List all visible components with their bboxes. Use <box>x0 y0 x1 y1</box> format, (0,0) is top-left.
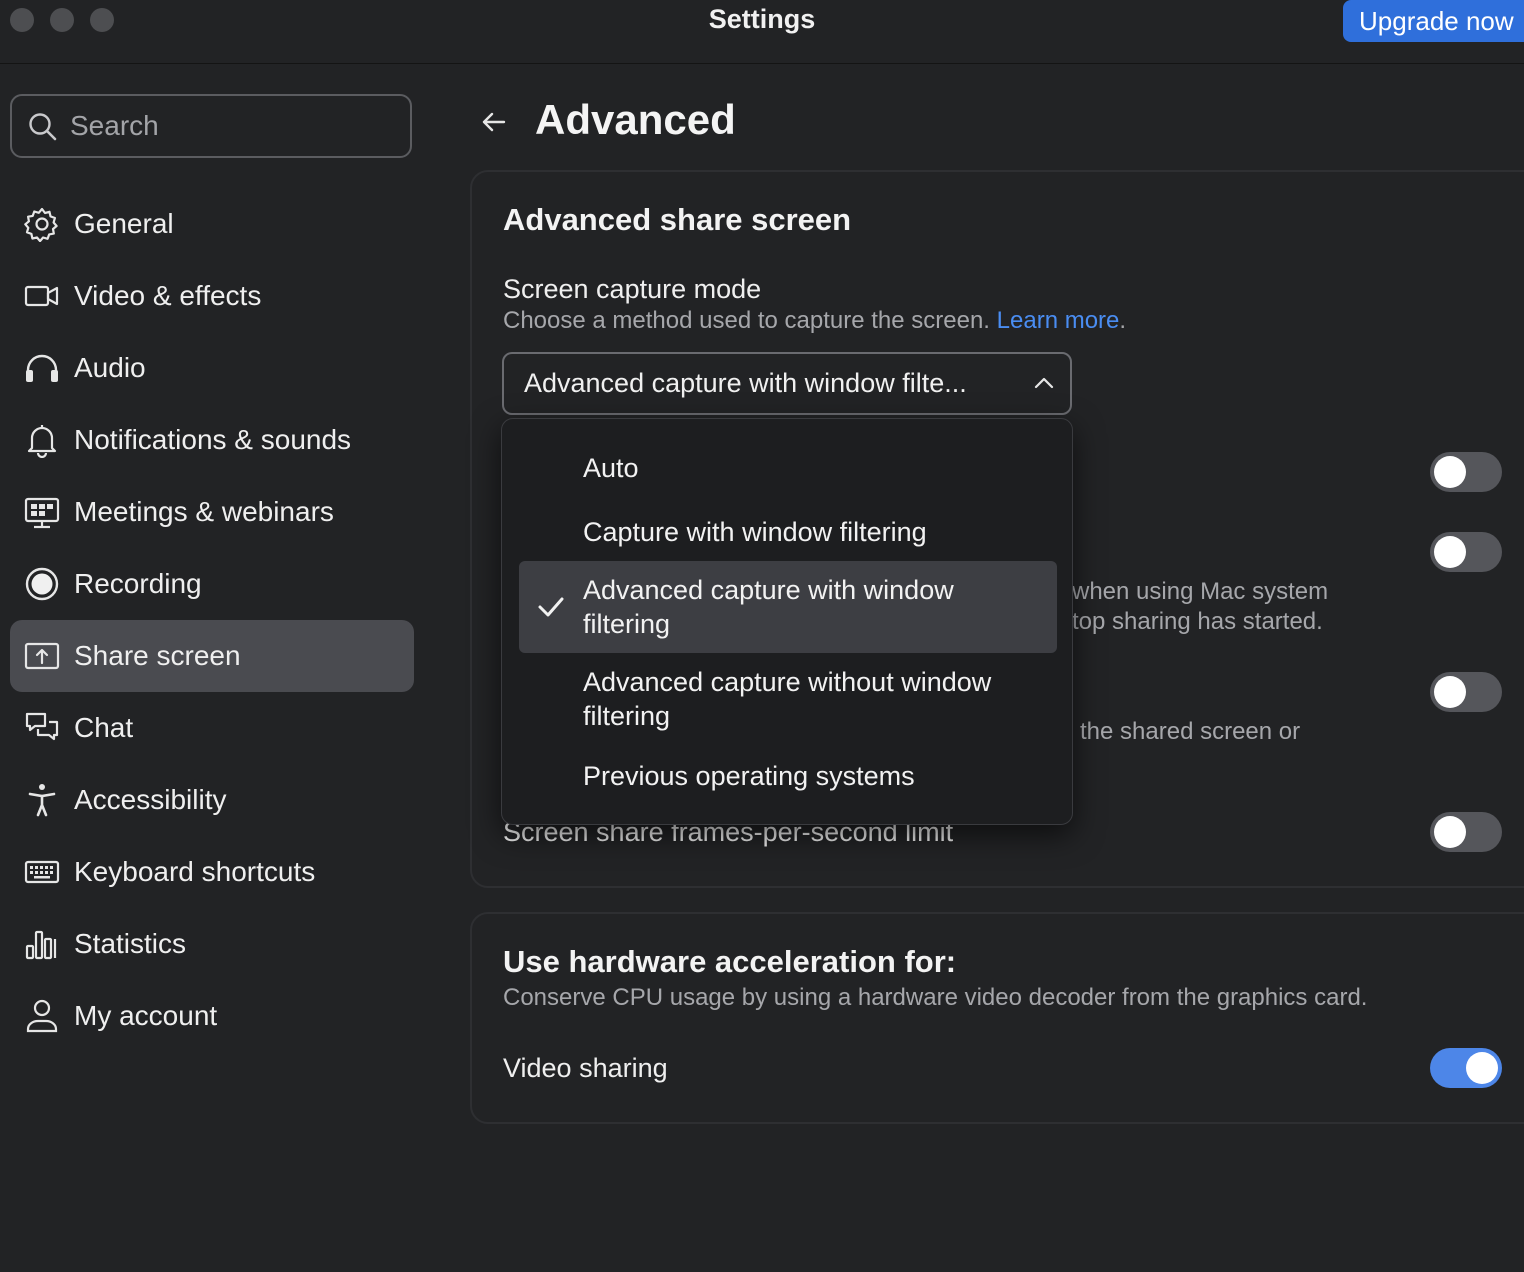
accessibility-icon <box>28 784 56 817</box>
sidebar-item-my-account[interactable]: My account <box>10 980 414 1052</box>
share-screen-icon <box>24 642 60 670</box>
sidebar-item-label: Recording <box>74 568 202 599</box>
sidebar-item-label: Video & effects <box>74 280 262 311</box>
option-label: Advanced capture with window <box>583 575 954 605</box>
sidebar-item-notifications[interactable]: Notifications & sounds <box>10 404 414 476</box>
toggle-knob <box>1434 676 1466 708</box>
setting-description: the shared screen or <box>1080 718 1301 745</box>
sidebar-item-statistics[interactable]: Statistics <box>10 908 414 980</box>
keyboard-icon <box>24 860 60 884</box>
search-input[interactable] <box>70 106 390 146</box>
section-title: Use hardware acceleration for: <box>503 944 957 979</box>
page-title: Advanced <box>535 96 736 143</box>
toggle-switch[interactable] <box>1430 532 1502 572</box>
bell-icon <box>27 425 57 458</box>
upgrade-now-button[interactable]: Upgrade now <box>1343 0 1524 42</box>
video-sharing-label: Video sharing <box>503 1053 668 1083</box>
chevron-up-icon <box>1034 377 1054 389</box>
dropdown-option-advanced-without-filtering[interactable]: Advanced capture without window filterin… <box>519 657 1057 745</box>
option-label: filtering <box>583 609 671 639</box>
meetings-icon <box>24 497 60 529</box>
toggle-knob <box>1434 536 1466 568</box>
sidebar-item-label: Statistics <box>74 928 187 959</box>
sidebar-item-label: Keyboard shortcuts <box>74 856 316 887</box>
back-arrow-icon[interactable] <box>478 108 510 136</box>
sidebar-item-label: Share screen <box>74 640 241 671</box>
sidebar-item-general[interactable]: General <box>10 188 414 260</box>
capture-mode-description: Choose a method used to capture the scre… <box>503 307 1127 334</box>
statistics-icon <box>25 930 57 960</box>
search-field[interactable] <box>10 94 412 158</box>
dropdown-option-auto[interactable]: Auto <box>519 441 1057 497</box>
setting-description: when using Mac system <box>1072 578 1329 605</box>
sidebar-item-label: Accessibility <box>74 784 227 815</box>
sidebar-item-chat[interactable]: Chat <box>10 692 414 764</box>
sidebar-item-label: Audio <box>74 352 146 383</box>
sidebar-item-label: Notifications & sounds <box>74 424 352 455</box>
sidebar-item-meetings[interactable]: Meetings & webinars <box>10 476 414 548</box>
sidebar-item-keyboard-shortcuts[interactable]: Keyboard shortcuts <box>10 836 414 908</box>
hw-description: Conserve CPU usage by using a hardware v… <box>503 984 1368 1011</box>
sidebar-item-label: Chat <box>74 712 134 743</box>
capture-mode-dropdown: Auto Capture with window filtering Advan… <box>501 418 1073 825</box>
dropdown-option-previous-os[interactable]: Previous operating systems <box>519 749 1057 805</box>
video-camera-icon <box>24 285 59 307</box>
option-label: Auto <box>583 453 639 483</box>
learn-more-link[interactable]: Learn more <box>997 307 1120 334</box>
toggle-switch[interactable] <box>1430 672 1502 712</box>
sidebar-item-video-effects[interactable]: Video & effects <box>10 260 414 332</box>
title-bar: Settings Upgrade now <box>0 0 1524 64</box>
headphones-icon <box>26 354 58 382</box>
sidebar-item-recording[interactable]: Recording <box>10 548 414 620</box>
dropdown-option-capture-window-filtering[interactable]: Capture with window filtering <box>519 505 1057 561</box>
toggle-knob <box>1466 1052 1498 1084</box>
sidebar-item-accessibility[interactable]: Accessibility <box>10 764 414 836</box>
option-label: Capture with window filtering <box>583 517 927 547</box>
toggle-knob <box>1434 456 1466 488</box>
option-label: filtering <box>583 701 671 731</box>
record-icon <box>25 567 59 601</box>
toggle-switch[interactable] <box>1430 452 1502 492</box>
fps-limit-toggle[interactable] <box>1430 812 1502 852</box>
gear-icon <box>24 207 58 242</box>
section-title: Advanced share screen <box>503 202 852 237</box>
capture-mode-label: Screen capture mode <box>503 274 762 304</box>
checkmark-icon <box>538 597 564 617</box>
toggle-knob <box>1434 816 1466 848</box>
chat-icon <box>25 712 59 741</box>
sidebar-item-share-screen[interactable]: Share screen <box>10 620 414 692</box>
option-label: Previous operating systems <box>583 761 915 791</box>
dropdown-option-advanced-window-filtering[interactable]: Advanced capture with window filtering <box>519 561 1057 653</box>
option-label: Advanced capture without window <box>583 667 992 697</box>
window-title: Settings <box>708 4 816 34</box>
sidebar-item-label: Meetings & webinars <box>74 496 334 527</box>
setting-description: top sharing has started. <box>1072 608 1323 635</box>
user-icon <box>26 999 58 1033</box>
sidebar-item-label: General <box>74 208 174 239</box>
search-icon <box>29 113 57 141</box>
video-sharing-toggle[interactable] <box>1430 1048 1502 1088</box>
sidebar-item-audio[interactable]: Audio <box>10 332 414 404</box>
capture-mode-select[interactable]: Advanced capture with window filte... <box>502 352 1072 415</box>
select-value: Advanced capture with window filte... <box>524 368 967 398</box>
sidebar-item-label: My account <box>74 1000 218 1031</box>
